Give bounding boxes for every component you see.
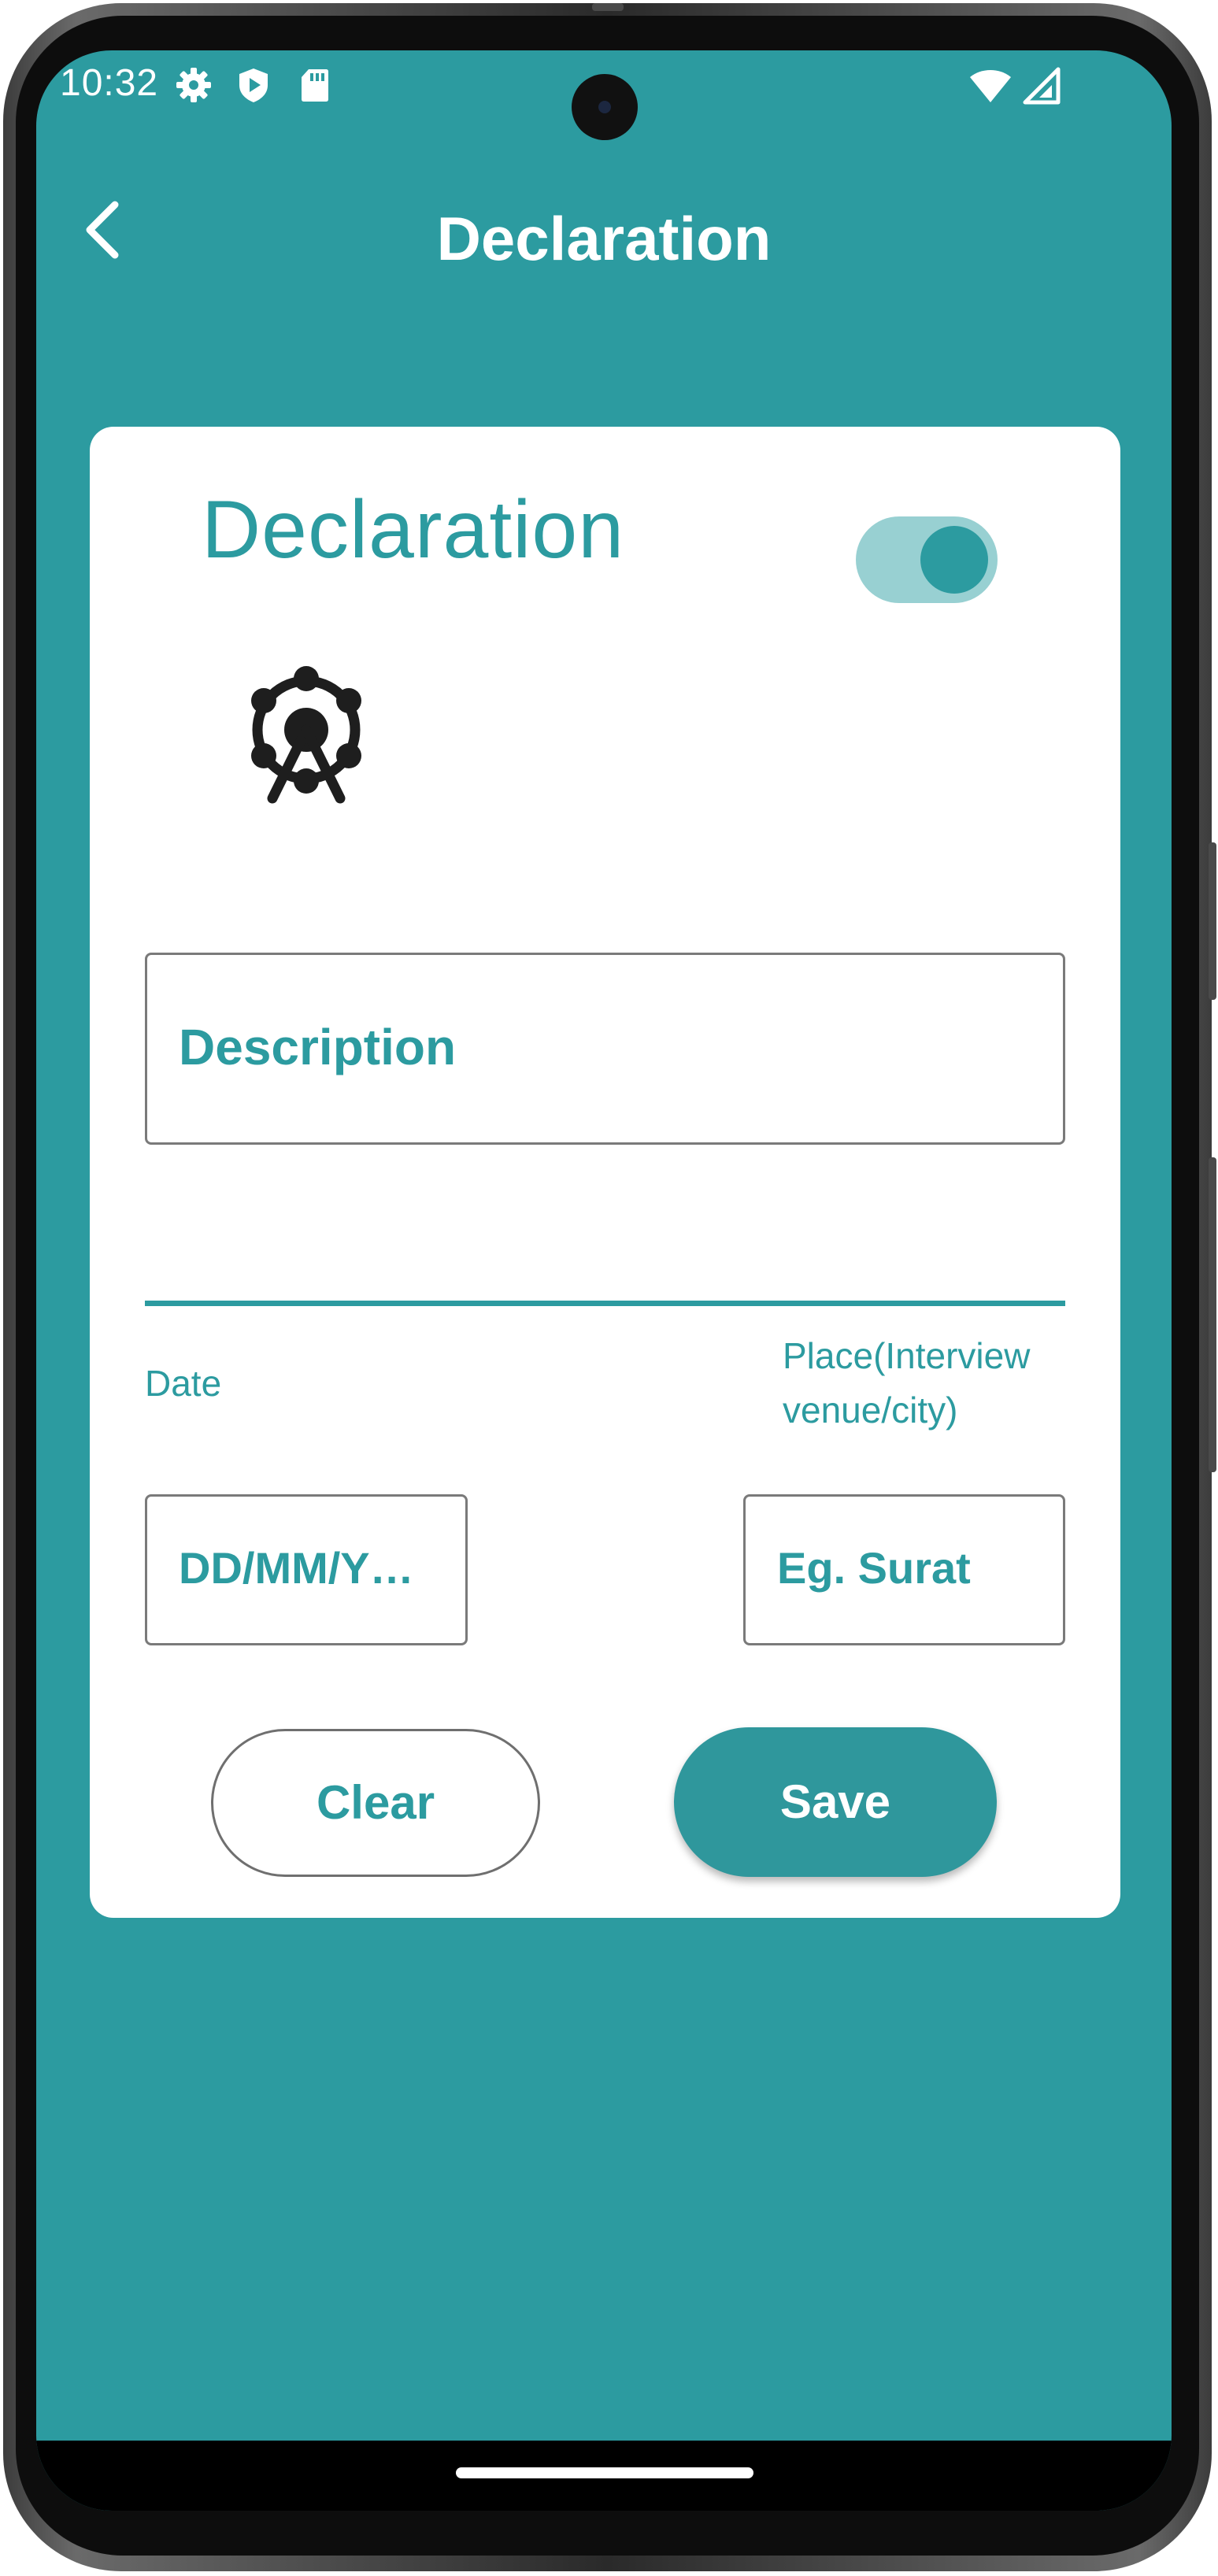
date-field[interactable]: DD/MM/Y… <box>145 1494 468 1645</box>
status-time: 10:32 <box>60 62 159 104</box>
place-field[interactable]: Eg. Surat <box>743 1494 1065 1645</box>
toggle-thumb <box>920 526 988 594</box>
shield-play-icon <box>235 66 272 104</box>
front-camera <box>572 74 638 140</box>
card-title: Declaration <box>202 484 625 576</box>
screen: 10:32 Declaration Declaration Descriptio… <box>36 50 1172 2511</box>
description-placeholder: Description <box>179 1019 457 1075</box>
date-placeholder: DD/MM/Y… <box>179 1543 414 1593</box>
navigation-bar <box>36 2441 1172 2511</box>
phone-device: 10:32 Declaration Declaration Descriptio… <box>0 0 1218 2576</box>
place-label-line1: Place(Interview <box>783 1335 1031 1376</box>
settings-icon <box>175 66 213 104</box>
clear-button[interactable]: Clear <box>211 1729 540 1877</box>
volume-button <box>1209 842 1216 1000</box>
power-button <box>1209 1157 1216 1472</box>
section-divider <box>145 1301 1065 1306</box>
sd-card-icon <box>296 66 334 104</box>
description-field[interactable]: Description <box>145 953 1065 1145</box>
app-bar: Declaration <box>36 176 1172 287</box>
page-title: Declaration <box>436 204 772 273</box>
declaration-card: Declaration Description Date Place(Inter… <box>90 427 1120 1918</box>
place-placeholder: Eg. Surat <box>777 1543 971 1593</box>
declaration-toggle[interactable] <box>856 516 998 603</box>
date-label: Date <box>145 1363 222 1404</box>
cell-signal-icon <box>1022 66 1061 105</box>
ferris-wheel-icon <box>239 663 373 805</box>
place-label-line2: venue/city) <box>783 1390 958 1430</box>
wifi-icon <box>968 66 1013 105</box>
home-indicator[interactable] <box>456 2467 753 2478</box>
save-button[interactable]: Save <box>674 1727 997 1877</box>
top-sensor <box>592 3 624 11</box>
